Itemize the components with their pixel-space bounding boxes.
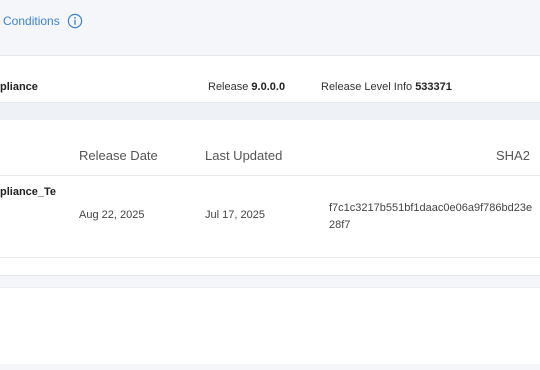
release-level-info: Release Level Info 533371 bbox=[321, 81, 452, 93]
table-header-row: Release Date Last Updated SHA2 bbox=[0, 120, 540, 176]
sha2-line-1: f7c1c3217b551bf1daac0e06a9f786bd23e bbox=[329, 202, 533, 214]
product-summary-bar: pliance Release 9.0.0.0 Release Level In… bbox=[0, 56, 540, 103]
lower-content-panel bbox=[0, 287, 540, 364]
product-name: pliance bbox=[0, 81, 38, 93]
release-date-cell: Aug 22, 2025 bbox=[79, 209, 145, 221]
release-level-value: 533371 bbox=[415, 81, 452, 93]
release-value: 9.0.0.0 bbox=[251, 81, 286, 93]
release-info: Release 9.0.0.0 bbox=[208, 81, 285, 93]
column-header-sha2[interactable]: SHA2 bbox=[496, 148, 530, 163]
release-level-label: Release Level Info bbox=[321, 81, 413, 93]
column-header-release-date[interactable]: Release Date bbox=[79, 148, 158, 163]
section-divider-band bbox=[0, 103, 540, 120]
conditions-link[interactable]: Conditions bbox=[3, 14, 60, 28]
table-row: pliance_Te Aug 22, 2025 Jul 17, 2025 f7c… bbox=[0, 176, 540, 258]
release-label: Release bbox=[208, 81, 249, 93]
last-updated-cell: Jul 17, 2025 bbox=[205, 209, 265, 221]
sha2-line-2: 28f7 bbox=[329, 219, 351, 231]
info-icon[interactable] bbox=[67, 13, 83, 29]
column-header-last-updated[interactable]: Last Updated bbox=[205, 148, 282, 163]
sha2-cell: f7c1c3217b551bf1daac0e06a9f786bd23e 28f7 bbox=[329, 200, 540, 234]
file-name-link[interactable]: pliance_Te bbox=[0, 186, 56, 198]
downloads-table: Release Date Last Updated SHA2 pliance_T… bbox=[0, 120, 540, 276]
top-bar: Conditions bbox=[0, 0, 540, 56]
